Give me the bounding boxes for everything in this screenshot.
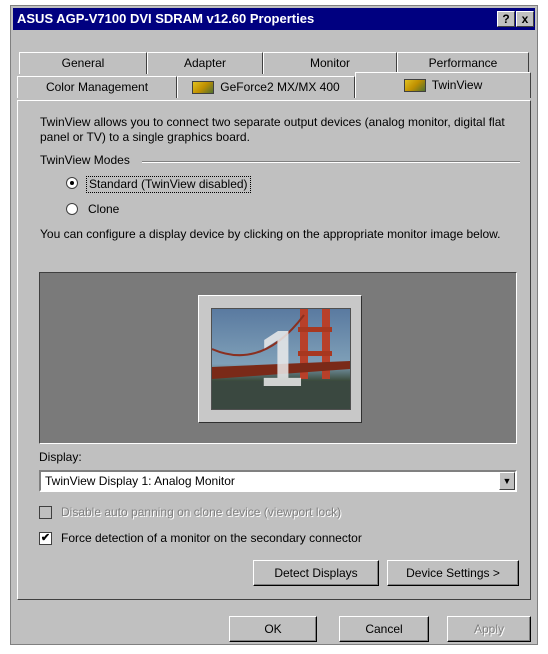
tab-geforce[interactable]: GeForce2 MX/MX 400 bbox=[177, 76, 355, 98]
chevron-down-icon[interactable]: ▼ bbox=[499, 472, 515, 490]
tab-label: General bbox=[61, 56, 105, 70]
tab-monitor[interactable]: Monitor bbox=[263, 52, 397, 74]
properties-window: ASUS AGP-V7100 DVI SDRAM v12.60 Properti… bbox=[10, 5, 538, 645]
modes-group-label: TwinView Modes bbox=[40, 153, 130, 167]
tab-performance[interactable]: Performance bbox=[397, 52, 529, 74]
title-bar[interactable]: ASUS AGP-V7100 DVI SDRAM v12.60 Properti… bbox=[13, 8, 535, 30]
help-button[interactable]: ? bbox=[497, 11, 515, 27]
tab-color-management[interactable]: Color Management bbox=[17, 76, 177, 98]
tab-twinview[interactable]: TwinView bbox=[355, 72, 531, 98]
display-select-value: TwinView Display 1: Analog Monitor bbox=[45, 474, 235, 488]
tab-adapter[interactable]: Adapter bbox=[147, 52, 263, 74]
clone-radio-label[interactable]: Clone bbox=[88, 202, 119, 217]
nvidia-icon bbox=[403, 79, 426, 93]
monitor-1[interactable]: 1 bbox=[198, 295, 362, 423]
monitor-screen: 1 bbox=[211, 308, 351, 410]
detect-displays-button[interactable]: Detect Displays bbox=[253, 560, 379, 586]
close-button[interactable]: x bbox=[516, 11, 534, 27]
cancel-button[interactable]: Cancel bbox=[339, 616, 429, 642]
display-preview: 1 bbox=[39, 272, 517, 444]
auto-panning-label: Disable auto panning on clone device (vi… bbox=[61, 505, 342, 519]
force-detection-checkbox[interactable]: ✔ bbox=[39, 532, 52, 545]
display-label: Display: bbox=[39, 450, 82, 464]
force-detection-label[interactable]: Force detection of a monitor on the seco… bbox=[61, 531, 362, 546]
auto-panning-checkbox[interactable] bbox=[39, 506, 52, 519]
apply-button[interactable]: Apply bbox=[447, 616, 531, 642]
tab-label: Monitor bbox=[309, 56, 350, 70]
group-divider bbox=[142, 161, 520, 163]
intro-text: TwinView allows you to connect two separ… bbox=[40, 115, 505, 144]
standard-radio[interactable] bbox=[66, 177, 78, 189]
monitor-number: 1 bbox=[258, 314, 304, 403]
standard-radio-label[interactable]: Standard (TwinView disabled) bbox=[86, 176, 251, 193]
ok-button[interactable]: OK bbox=[229, 616, 317, 642]
clone-radio[interactable] bbox=[66, 203, 78, 215]
tab-general[interactable]: General bbox=[19, 52, 147, 74]
tab-row-bottom: Color Management GeForce2 MX/MX 400 Twin… bbox=[17, 72, 531, 98]
tab-label: Color Management bbox=[45, 80, 149, 94]
tab-label: Adapter bbox=[183, 56, 227, 70]
tab-row-top: General Adapter Monitor Performance bbox=[17, 52, 531, 74]
device-settings-button[interactable]: Device Settings > bbox=[387, 560, 519, 586]
display-select[interactable]: TwinView Display 1: Analog Monitor ▼ bbox=[39, 470, 517, 492]
tab-label: Performance bbox=[428, 56, 498, 70]
tab-label: TwinView bbox=[431, 78, 483, 92]
window-title: ASUS AGP-V7100 DVI SDRAM v12.60 Properti… bbox=[17, 11, 315, 26]
tab-label: GeForce2 MX/MX 400 bbox=[220, 80, 340, 94]
nvidia-icon bbox=[192, 81, 215, 95]
configure-text: You can configure a display device by cl… bbox=[40, 227, 501, 241]
